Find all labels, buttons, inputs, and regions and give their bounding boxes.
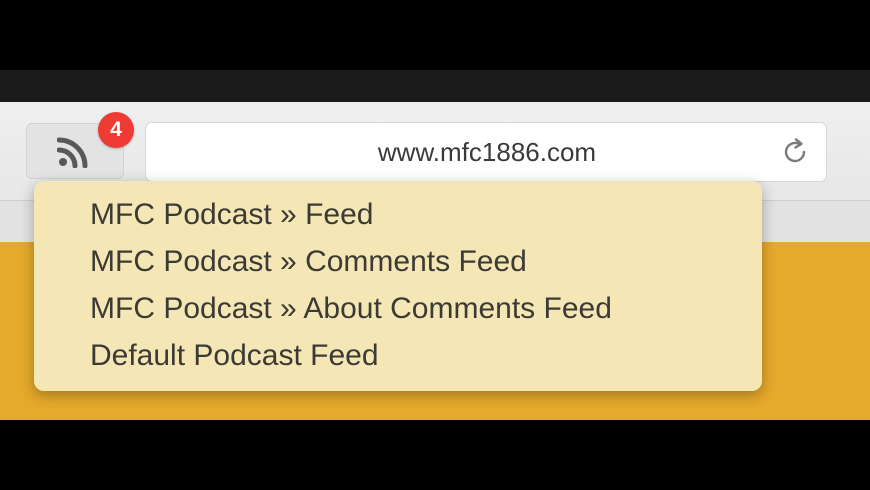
rss-icon xyxy=(57,137,88,168)
feed-count-badge: 4 xyxy=(98,112,134,148)
menu-item-default-podcast-feed[interactable]: Default Podcast Feed xyxy=(34,332,762,379)
feed-menu: MFC Podcast » Feed MFC Podcast » Comment… xyxy=(34,181,762,391)
address-bar[interactable]: www.mfc1886.com xyxy=(145,122,827,182)
menu-item-feed[interactable]: MFC Podcast » Feed xyxy=(34,191,762,238)
url-text: www.mfc1886.com xyxy=(377,137,597,167)
menu-item-about-comments-feed[interactable]: MFC Podcast » About Comments Feed xyxy=(34,285,762,332)
browser-window: 4 www.mfc1886.com MFC Podcast » Feed MFC… xyxy=(0,0,870,490)
menu-item-comments-feed[interactable]: MFC Podcast » Comments Feed xyxy=(34,238,762,285)
bottom-edge xyxy=(0,420,870,490)
reload-icon[interactable] xyxy=(780,137,810,167)
title-bar xyxy=(0,70,870,102)
